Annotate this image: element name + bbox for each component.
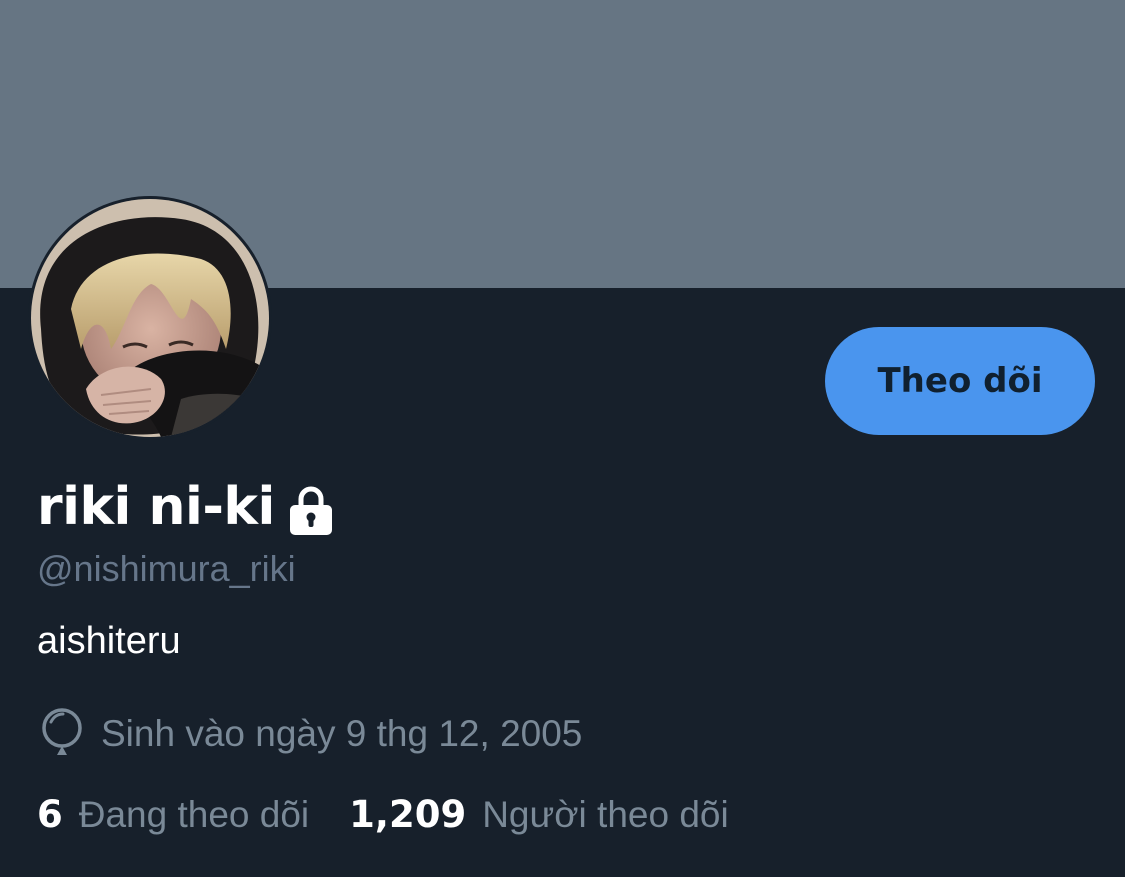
avatar[interactable] <box>28 196 272 440</box>
avatar-image <box>31 199 269 437</box>
following-count: 6 <box>37 793 63 836</box>
followers-count: 1,209 <box>349 793 467 836</box>
following-label: Đang theo dõi <box>78 794 310 835</box>
following-stat[interactable]: 6 Đang theo dõi <box>37 793 309 836</box>
lock-icon <box>287 484 335 536</box>
followers-stat[interactable]: 1,209 Người theo dõi <box>349 793 729 836</box>
birthdate-text: Sinh vào ngày 9 thg 12, 2005 <box>101 713 583 754</box>
profile-handle: @nishimura_riki <box>37 548 296 589</box>
balloon-icon <box>37 708 87 760</box>
display-name: riki ni-ki <box>37 477 275 537</box>
follow-button[interactable]: Theo dõi <box>825 327 1095 435</box>
name-row: riki ni-ki <box>37 472 335 542</box>
follow-stats: 6 Đang theo dõi 1,209 Người theo dõi <box>37 793 729 849</box>
birthdate-row: Sinh vào ngày 9 thg 12, 2005 <box>37 706 582 762</box>
profile-bio: aishiteru <box>37 620 181 662</box>
followers-label: Người theo dõi <box>482 794 729 835</box>
